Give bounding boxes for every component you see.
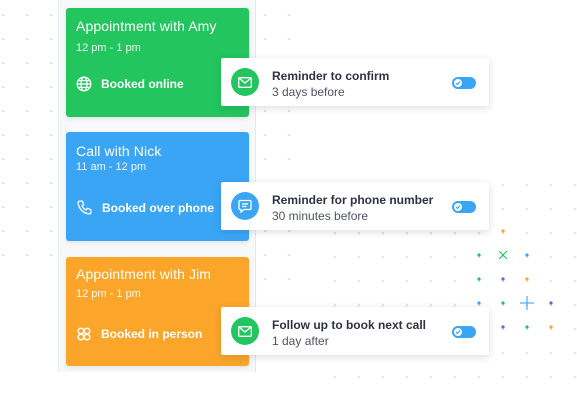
reminder-subtitle: 3 days before <box>272 85 345 99</box>
envelope-icon <box>231 68 259 96</box>
booking-method: Booked over phone <box>76 199 214 216</box>
reminder-subtitle: 1 day after <box>272 334 329 348</box>
booking-method: Booked online <box>76 76 184 92</box>
reminder-subtitle: 30 minutes before <box>272 209 369 223</box>
booking-label: Booked in person <box>101 327 203 341</box>
reminder-card-confirm[interactable]: Reminder to confirm 3 days before <box>221 58 489 106</box>
appointment-title: Call with Nick <box>76 143 162 159</box>
booking-method: Booked in person <box>76 326 202 342</box>
phone-icon <box>77 200 92 215</box>
check-icon <box>454 79 462 87</box>
appointment-time: 11 am - 12 pm <box>76 161 147 173</box>
chat-bubble-icon <box>231 192 259 220</box>
globe-icon <box>76 76 92 92</box>
appointment-time: 12 pm - 1 pm <box>76 288 141 300</box>
reminder-toggle[interactable] <box>452 77 476 89</box>
booking-label: Booked over phone <box>102 200 215 215</box>
people-icon <box>77 327 91 341</box>
check-icon <box>454 328 462 336</box>
sparkle-icon <box>520 296 534 310</box>
reminder-title: Reminder to confirm <box>272 69 390 83</box>
reminder-card-phone-number[interactable]: Reminder for phone number 30 minutes bef… <box>221 182 489 230</box>
sparkle-icon <box>498 250 508 260</box>
appointment-title: Appointment with Amy <box>76 18 217 34</box>
appointment-time: 12 pm - 1 pm <box>76 42 141 54</box>
check-icon <box>454 203 462 211</box>
reminder-title: Follow up to book next call <box>272 318 427 332</box>
reminder-title: Reminder for phone number <box>272 193 434 207</box>
reminder-card-follow-up[interactable]: Follow up to book next call 1 day after <box>221 307 489 355</box>
envelope-icon <box>231 317 259 345</box>
reminder-toggle[interactable] <box>452 326 476 338</box>
reminder-toggle[interactable] <box>452 201 476 213</box>
booking-label: Booked online <box>101 77 184 91</box>
appointment-title: Appointment with Jim <box>76 266 212 282</box>
